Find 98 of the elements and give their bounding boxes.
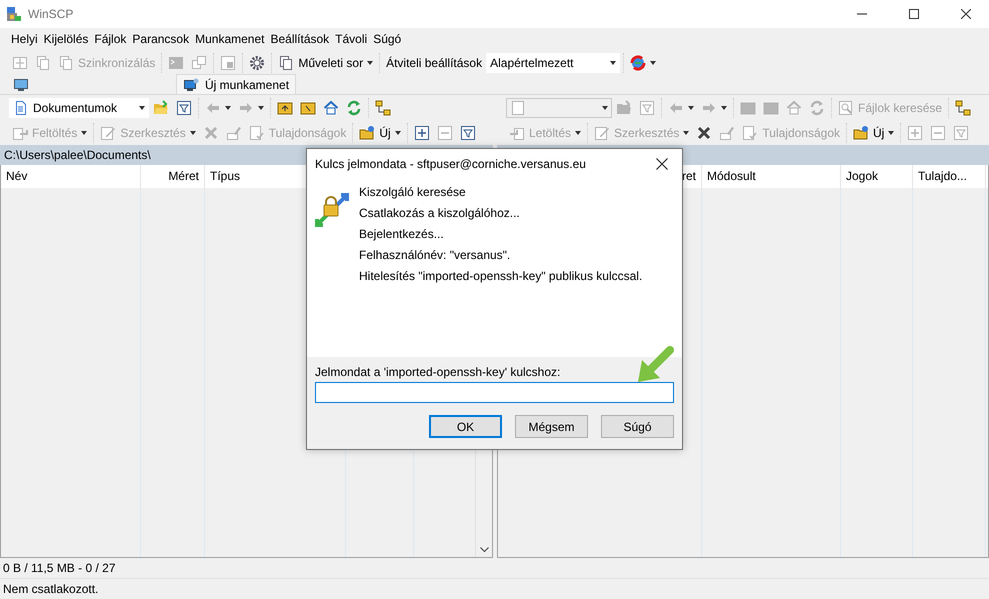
dialog-button[interactable]: Mégsem bbox=[515, 415, 588, 438]
new-folder-icon bbox=[853, 124, 869, 140]
close-icon bbox=[656, 158, 668, 170]
properties-icon bbox=[248, 124, 265, 140]
gear-icon bbox=[249, 54, 266, 70]
plus-icon bbox=[907, 124, 924, 140]
log-message: Kiszolgáló keresése bbox=[359, 185, 467, 199]
search-icon bbox=[838, 100, 854, 116]
caret-icon bbox=[610, 60, 616, 64]
close-icon bbox=[961, 9, 971, 19]
caret-icon bbox=[367, 60, 374, 64]
folder-icon bbox=[300, 100, 316, 116]
toolbar-button[interactable]: Új bbox=[356, 122, 404, 142]
drive-icon bbox=[510, 100, 526, 116]
menu-item[interactable]: Fájlok bbox=[91, 30, 130, 48]
column-header[interactable]: Módosult bbox=[702, 165, 841, 188]
document-icon bbox=[13, 100, 29, 116]
folder-icon bbox=[153, 100, 169, 116]
edit-icon bbox=[594, 124, 610, 140]
field-label: Jelmondat a 'imported-openssh-key' kulcshoz: bbox=[315, 365, 562, 379]
delete-icon bbox=[696, 124, 712, 140]
filter-icon bbox=[639, 100, 655, 116]
home-icon bbox=[323, 100, 339, 116]
home-icon bbox=[786, 100, 802, 116]
column-header[interactable]: Méret bbox=[141, 165, 205, 188]
window-title: WinSCP bbox=[28, 7, 74, 21]
caret-icon bbox=[688, 106, 694, 110]
edit-icon bbox=[100, 124, 116, 140]
filter-icon bbox=[953, 124, 970, 140]
filter-icon bbox=[460, 124, 476, 140]
folder-up-icon bbox=[740, 100, 756, 116]
toolbar-button[interactable]: Műveleti sor bbox=[275, 52, 376, 72]
toolbar-label: Átviteli beállítások bbox=[385, 56, 484, 70]
tree-icon bbox=[375, 100, 391, 116]
app-icon bbox=[6, 6, 22, 22]
dialog-button[interactable]: OK bbox=[429, 415, 502, 438]
caret-icon bbox=[650, 60, 656, 64]
monitor-icon bbox=[13, 76, 29, 92]
rename-icon bbox=[226, 124, 242, 140]
caret-icon bbox=[394, 130, 401, 134]
log-message: Csatlakozás a kiszolgálóhoz... bbox=[359, 206, 521, 220]
delete-icon bbox=[202, 124, 219, 140]
menu-item[interactable]: Helyi bbox=[8, 30, 41, 48]
folder-up-icon bbox=[277, 100, 293, 116]
new-folder-icon bbox=[359, 124, 376, 140]
log-message: Felhasználónév: "versanus". bbox=[359, 248, 512, 262]
terminal-icon bbox=[168, 54, 184, 70]
caret-icon bbox=[139, 106, 145, 110]
caret-icon bbox=[602, 106, 608, 110]
window-icon bbox=[220, 54, 236, 70]
plus-icon bbox=[414, 124, 430, 140]
status-text: 0 B / 11,5 MB - 0 / 27 bbox=[3, 561, 116, 575]
caret-icon bbox=[81, 130, 88, 134]
caret-icon bbox=[721, 106, 727, 110]
minus-icon bbox=[436, 124, 453, 140]
documents-icon bbox=[278, 54, 294, 70]
dropdown-field[interactable]: Alapértelmezett bbox=[486, 52, 620, 72]
documents-icon bbox=[58, 54, 74, 70]
menu-item[interactable]: Beállítások bbox=[267, 30, 332, 48]
maximize-icon bbox=[909, 9, 919, 19]
caret-icon bbox=[575, 130, 582, 134]
minus-icon bbox=[930, 124, 946, 140]
panes-icon bbox=[12, 54, 28, 70]
column-header[interactable]: Tulajdo... bbox=[913, 165, 986, 188]
status-text: Nem csatlakozott. bbox=[3, 582, 98, 596]
menu-item[interactable]: Parancsok bbox=[129, 30, 192, 48]
chevron-down-icon bbox=[480, 547, 488, 553]
globe-icon bbox=[630, 54, 646, 70]
monitor-icon bbox=[183, 76, 199, 92]
caret-icon bbox=[190, 130, 196, 134]
menu-item[interactable]: Súgó bbox=[370, 30, 404, 48]
caret-icon bbox=[888, 130, 894, 134]
menu-item[interactable]: Munkamenet bbox=[192, 30, 268, 48]
new-session-tab[interactable]: Új munkamenet bbox=[176, 74, 296, 94]
folder-icon bbox=[616, 100, 632, 116]
passphrase-field[interactable] bbox=[315, 382, 674, 403]
documents-icon bbox=[35, 54, 51, 70]
column-header[interactable]: Jogok bbox=[841, 165, 913, 188]
caret-icon bbox=[225, 106, 231, 110]
toolbar-button[interactable]: Új bbox=[850, 122, 898, 142]
windows-icon bbox=[191, 54, 208, 70]
refresh-icon bbox=[809, 100, 825, 116]
caret-icon bbox=[683, 130, 690, 134]
filter-icon bbox=[176, 100, 192, 116]
dropdown-field[interactable]: Dokumentumok bbox=[9, 98, 149, 118]
log-message: Hitelesítés "imported-openssh-key" publikus kulccsal. bbox=[359, 269, 642, 283]
caret-icon bbox=[258, 106, 264, 110]
key-exchange-icon bbox=[315, 193, 349, 227]
menu-item[interactable]: Kijelölés bbox=[40, 30, 92, 48]
log-message: Bejelentkezés... bbox=[359, 227, 445, 241]
dialog-button[interactable]: Súgó bbox=[601, 415, 674, 438]
menu-item[interactable]: Távoli bbox=[332, 30, 370, 48]
refresh-icon bbox=[346, 100, 362, 116]
tree-icon bbox=[955, 100, 972, 116]
properties-icon bbox=[742, 124, 758, 140]
folder-icon bbox=[763, 100, 779, 116]
rename-icon bbox=[719, 124, 736, 140]
column-header[interactable]: Név bbox=[1, 165, 141, 188]
